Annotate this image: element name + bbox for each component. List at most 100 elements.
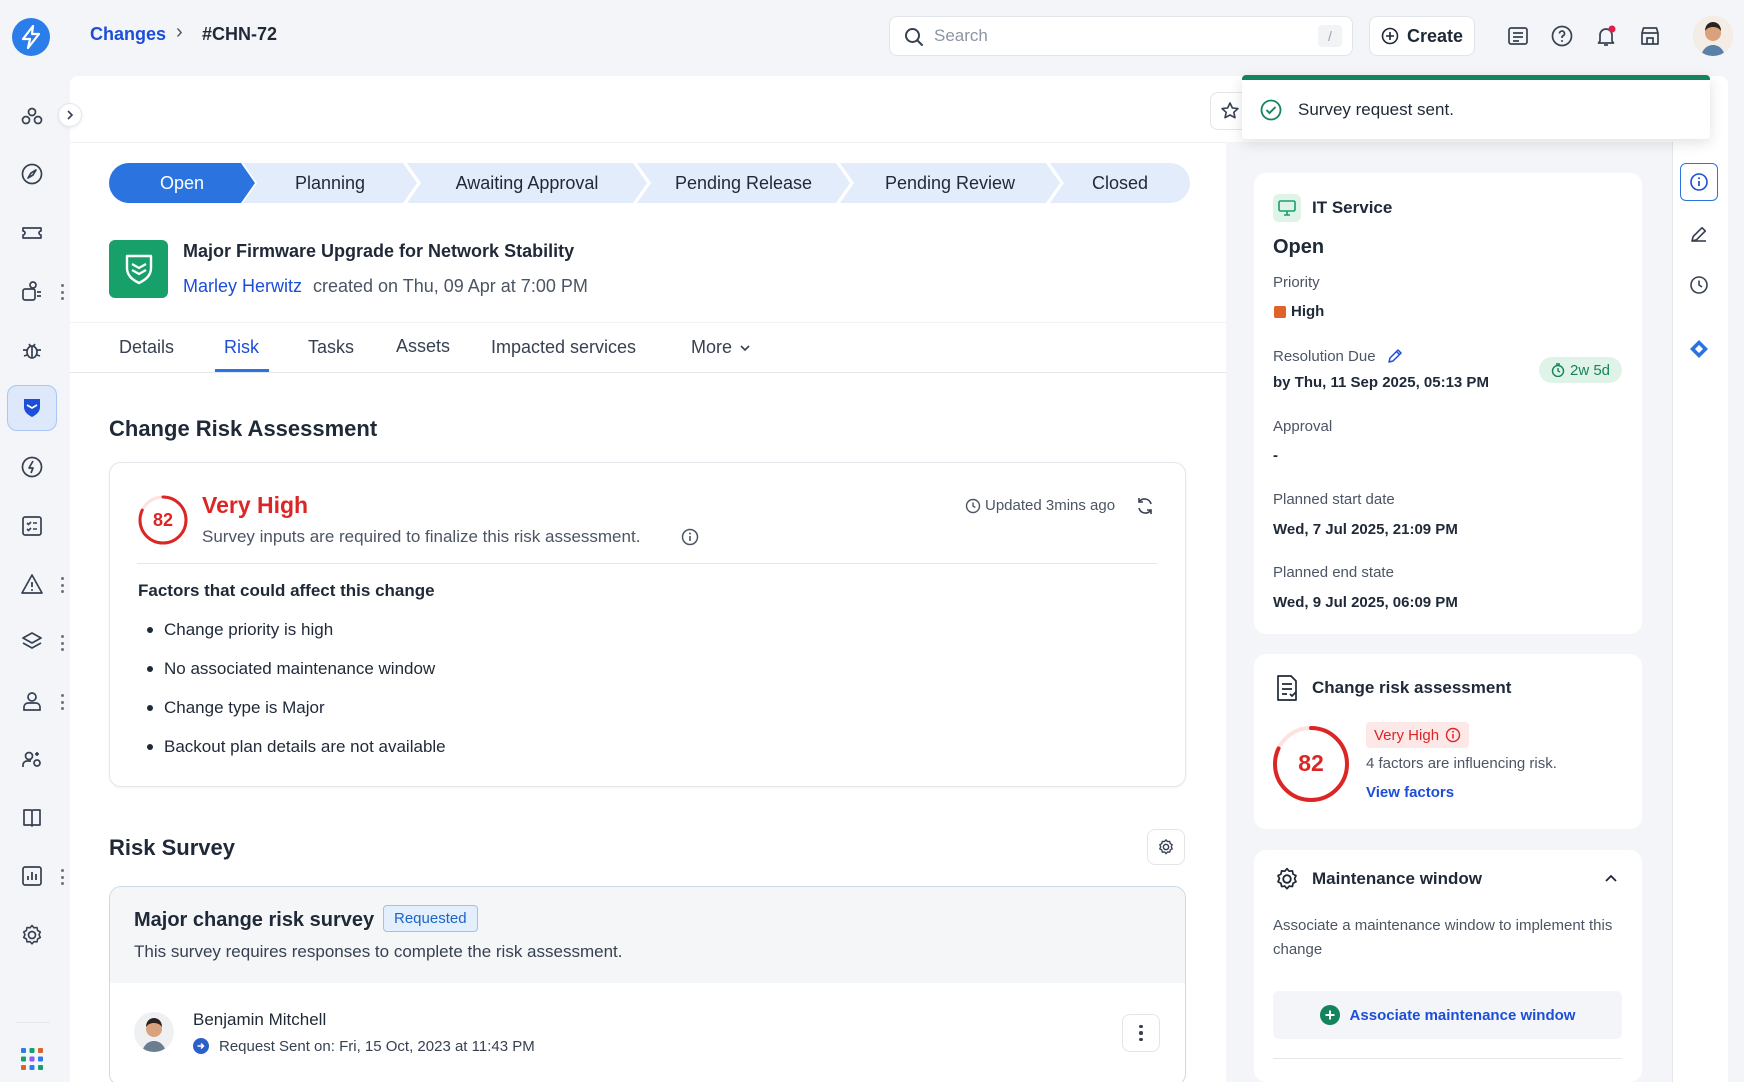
priority-label: Priority	[1273, 274, 1320, 291]
factor-item: Change priority is high	[164, 620, 334, 639]
notifications-bell-icon[interactable]	[1592, 22, 1620, 50]
status-value: Open	[1273, 236, 1325, 258]
nav-service-catalog-more-icon[interactable]	[58, 284, 66, 300]
change-type-icon	[109, 240, 168, 298]
change-title: Major Firmware Upgrade for Network Stabi…	[183, 241, 575, 261]
tab-risk[interactable]: Risk	[224, 337, 259, 358]
nav-assets-layers-icon[interactable]	[14, 624, 50, 660]
nav-assets-more-icon[interactable]	[58, 635, 66, 651]
stepper-step-closed[interactable]: Closed	[1050, 163, 1190, 203]
chevron-up-icon[interactable]	[1604, 873, 1618, 883]
priority-value: High	[1291, 303, 1325, 320]
survey-settings-button[interactable]	[1147, 829, 1185, 865]
clock-icon	[965, 498, 981, 514]
stepper-step-open[interactable]: Open	[109, 163, 255, 203]
tab-impacted-services[interactable]: Impacted services	[491, 337, 636, 358]
associate-maintenance-label: Associate maintenance window	[1349, 1006, 1576, 1024]
nav-reports-chart-icon[interactable]	[14, 858, 50, 894]
nav-service-catalog-icon[interactable]	[14, 273, 50, 309]
pencil-icon	[1691, 226, 1707, 242]
info-icon[interactable]	[1445, 727, 1461, 743]
user-avatar[interactable]	[1693, 16, 1733, 56]
nav-admin-users-icon[interactable]	[14, 741, 50, 777]
maintenance-divider	[1273, 1058, 1622, 1059]
nav-dashboard-icon[interactable]	[14, 98, 50, 134]
respondent-more-button[interactable]	[1122, 1014, 1160, 1052]
risk-document-icon	[1277, 675, 1297, 701]
refresh-icon[interactable]	[1135, 496, 1155, 516]
search-box[interactable]: /	[889, 16, 1353, 56]
service-type: IT Service	[1312, 198, 1393, 217]
nav-alerts-more-icon[interactable]	[58, 577, 66, 593]
sidebar-expand-button[interactable]	[58, 103, 82, 127]
nav-changes-icon[interactable]	[7, 385, 57, 431]
risk-card-divider	[137, 563, 1157, 564]
nav-settings-gear-icon[interactable]	[14, 917, 50, 953]
planned-start-value: Wed, 7 Jul 2025, 21:09 PM	[1273, 521, 1458, 538]
store-icon[interactable]	[1636, 22, 1664, 50]
maintenance-title: Maintenance window	[1312, 869, 1483, 888]
diamond-icon	[1690, 340, 1708, 358]
list-bullet	[147, 666, 153, 672]
list-bullet	[147, 744, 153, 750]
tab-assets[interactable]: Assets	[396, 336, 450, 357]
ai-assistant-button[interactable]	[1680, 330, 1718, 368]
catalog-icon[interactable]	[1504, 22, 1532, 50]
app-switcher-grid-icon[interactable]	[20, 1047, 44, 1071]
info-icon[interactable]	[681, 528, 699, 546]
list-bullet	[147, 705, 153, 711]
app-logo-icon[interactable]	[12, 18, 50, 56]
nav-alerts-warning-icon[interactable]	[14, 566, 50, 602]
create-button[interactable]: Create	[1369, 16, 1475, 56]
nav-performance-icon[interactable]	[14, 156, 50, 192]
stepper-step-pending-release[interactable]: Pending Release	[637, 163, 850, 203]
nav-reports-more-icon[interactable]	[58, 869, 66, 885]
toast-notification: Survey request sent.	[1242, 75, 1710, 139]
risk-assessment-heading: Change Risk Assessment	[109, 416, 378, 441]
planned-end-value: Wed, 9 Jul 2025, 06:09 PM	[1273, 594, 1458, 611]
nav-problems-bug-icon[interactable]	[14, 332, 50, 368]
search-shortcut-hint: /	[1318, 25, 1342, 47]
survey-status-badge: Requested	[383, 905, 478, 932]
sla-timer-badge: 2w 5d	[1539, 357, 1622, 383]
toast-message: Survey request sent.	[1298, 99, 1454, 119]
clock-icon	[1690, 276, 1708, 294]
stepper-step-planning[interactable]: Planning	[243, 163, 417, 203]
edit-pencil-icon[interactable]	[1386, 347, 1404, 365]
associate-maintenance-button[interactable]: Associate maintenance window	[1273, 991, 1622, 1039]
info-panel-button[interactable]	[1680, 163, 1718, 201]
breadcrumb-changes-link[interactable]: Changes	[90, 24, 166, 45]
tab-more[interactable]: More	[691, 337, 732, 358]
nav-releases-icon[interactable]	[14, 449, 50, 485]
breadcrumb-current: #CHN-72	[202, 24, 278, 44]
nav-knowledge-book-icon[interactable]	[14, 800, 50, 836]
check-circle-icon	[1260, 99, 1282, 120]
help-icon[interactable]	[1548, 22, 1576, 50]
search-input[interactable]	[934, 26, 1294, 46]
plus-circle-icon	[1381, 27, 1399, 45]
nav-tickets-icon[interactable]	[14, 215, 50, 251]
chevron-down-icon[interactable]	[740, 344, 750, 352]
header-divider	[70, 142, 1226, 143]
info-icon	[1690, 173, 1708, 191]
factor-item: Backout plan details are not available	[164, 737, 446, 756]
search-icon	[905, 28, 923, 46]
nav-contacts-icon[interactable]	[14, 683, 50, 719]
factors-heading: Factors that could affect this change	[138, 581, 435, 600]
nav-contacts-more-icon[interactable]	[58, 694, 66, 710]
stepper-step-pending-review[interactable]: Pending Review	[840, 163, 1060, 203]
risk-summary-score: 82	[1298, 750, 1324, 776]
planned-end-label: Planned end state	[1273, 564, 1394, 581]
change-author-link[interactable]: Marley Herwitz	[183, 276, 302, 297]
resolution-due-value: by Thu, 11 Sep 2025, 05:13 PM	[1273, 374, 1489, 391]
history-panel-button[interactable]	[1680, 266, 1718, 304]
tab-details[interactable]: Details	[119, 337, 174, 358]
stepper-step-awaiting-approval[interactable]: Awaiting Approval	[407, 163, 647, 203]
planned-start-label: Planned start date	[1273, 491, 1395, 508]
tab-tasks[interactable]: Tasks	[308, 337, 354, 358]
list-bullet	[147, 627, 153, 633]
nav-tasks-icon[interactable]	[14, 508, 50, 544]
edit-panel-button[interactable]	[1680, 215, 1718, 253]
gear-icon	[1159, 839, 1173, 855]
view-factors-link[interactable]: View factors	[1366, 784, 1454, 801]
